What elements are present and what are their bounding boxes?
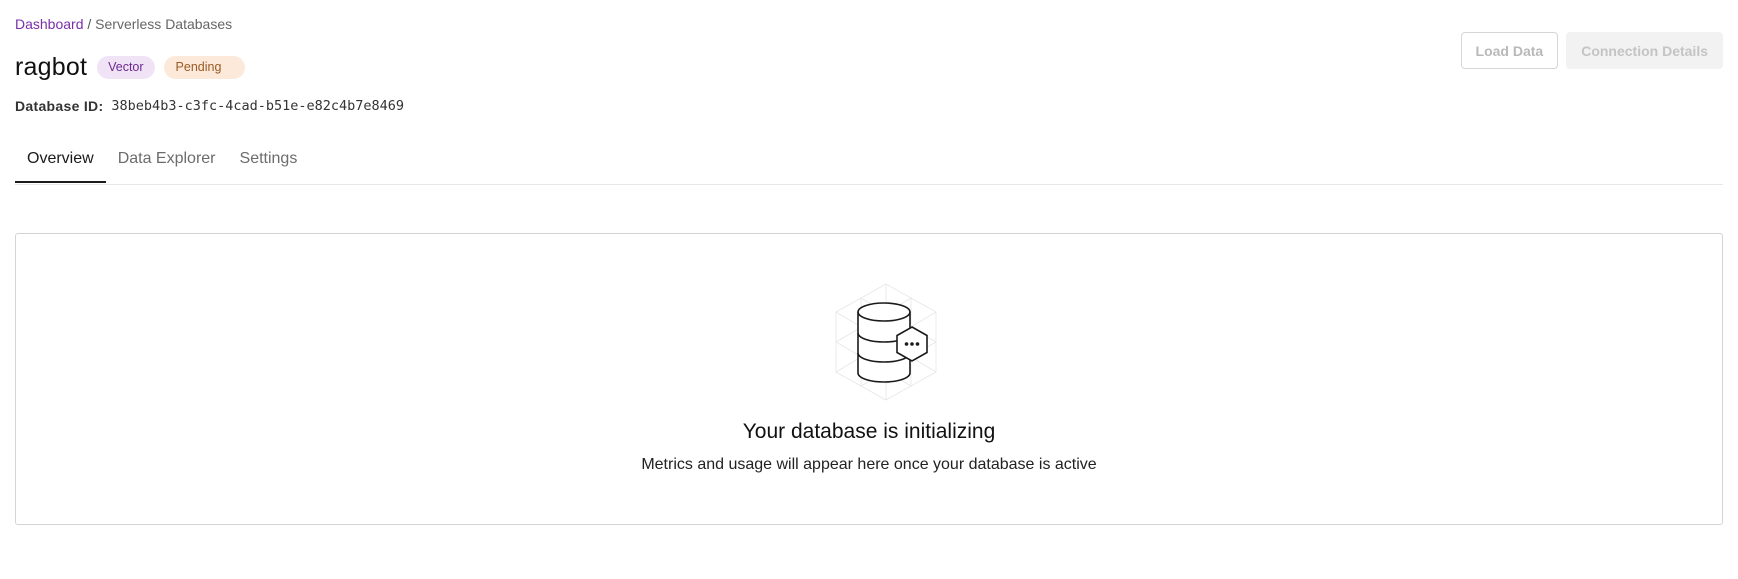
database-id-value: 38beb4b3-c3fc-4cad-b51e-e82c4b7e8469 xyxy=(111,98,405,114)
breadcrumb-separator: / xyxy=(87,16,92,32)
empty-state-title: Your database is initializing xyxy=(742,420,996,443)
database-id-label: Database ID: xyxy=(15,98,104,114)
tab-overview[interactable]: Overview xyxy=(15,138,106,183)
page-title: ragbot xyxy=(15,52,88,81)
database-initializing-icon xyxy=(835,283,937,401)
database-overview-page: Dashboard / Serverless Databases ragbot … xyxy=(0,0,1738,579)
tab-settings[interactable]: Settings xyxy=(228,138,310,183)
empty-state-card: Your database is initializing Metrics an… xyxy=(15,233,1723,525)
connection-details-button[interactable]: Connection Details xyxy=(1566,32,1723,69)
load-data-button[interactable]: Load Data xyxy=(1460,32,1559,69)
status-badge: Pending xyxy=(163,55,246,79)
empty-state-subtitle: Metrics and usage will appear here once … xyxy=(641,456,1097,473)
breadcrumb-current: Serverless Databases xyxy=(95,16,233,32)
type-badge: Vector xyxy=(97,55,155,79)
tab-bar: Overview Data Explorer Settings xyxy=(15,138,1723,185)
header-actions: Load Data Connection Details xyxy=(1460,32,1723,69)
page-header: ragbot Vector Pending Load Data Connecti… xyxy=(15,32,1723,84)
database-id-row: Database ID: 38beb4b3-c3fc-4cad-b51e-e82… xyxy=(15,98,404,114)
tab-data-explorer[interactable]: Data Explorer xyxy=(106,138,228,183)
breadcrumb: Dashboard / Serverless Databases xyxy=(15,16,232,32)
breadcrumb-dashboard-link[interactable]: Dashboard xyxy=(15,16,84,32)
